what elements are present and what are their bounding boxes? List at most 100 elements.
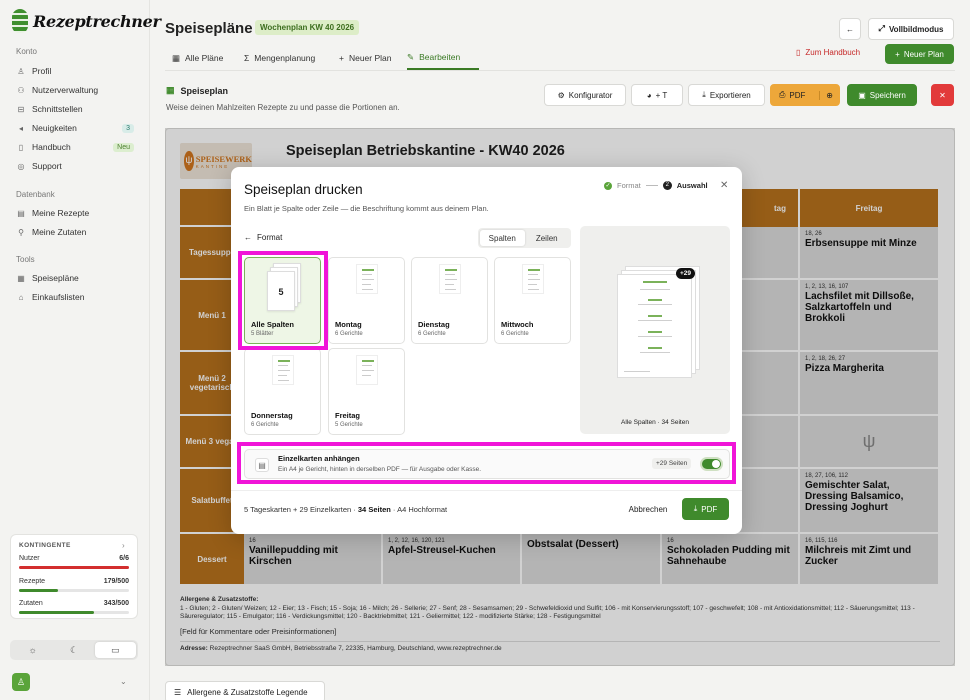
sidebar-item-profil[interactable]: ♙ Profil [16, 63, 134, 79]
logo-icon [12, 9, 28, 33]
sidebar-item-einkaufslisten[interactable]: ⌂ Einkaufslisten [16, 289, 134, 305]
card-dienstag[interactable]: Dienstag 6 Gerichte [411, 257, 488, 344]
gear-icon: ⚙ [557, 90, 565, 100]
tab-divider [165, 70, 955, 71]
avatar[interactable]: ♙ [12, 673, 30, 691]
extra-pages-badge: +29 [676, 268, 696, 279]
close-icon: ✕ [939, 90, 946, 100]
plug-icon: ⊟ [17, 104, 25, 114]
highlight-alle-spalten [238, 251, 328, 350]
help-icon: ◎ [17, 161, 25, 171]
tab-bearbeiten[interactable]: ✎ Bearbeiten [407, 46, 479, 70]
plus-icon: + [339, 53, 344, 63]
fullscreen-button[interactable]: ⤢ Vollbildmodus [868, 18, 954, 40]
footer-divider [231, 490, 742, 491]
calendar-icon: ▦ [166, 85, 175, 95]
news-count-badge: 3 [122, 123, 134, 133]
week-badge: Wochenplan KW 40 2026 [255, 20, 360, 35]
segment-zeilen[interactable]: Zeilen [525, 230, 570, 246]
close-icon[interactable]: ✕ [720, 180, 728, 191]
chevron-down-icon[interactable]: ⌄ [120, 677, 127, 686]
calendar-icon: ▦ [17, 273, 25, 283]
book-icon: ▯ [18, 142, 24, 152]
users-icon: ⚇ [17, 85, 25, 95]
sidebar-item-neuigkeiten[interactable]: ◂ Neuigkeiten 3 [16, 120, 134, 136]
style-button[interactable]: ◕ + T [631, 84, 683, 106]
quota-row-zutaten: Zutaten 343/500 [19, 600, 129, 607]
pdf-button[interactable]: ⎙ PDF ⊕ [770, 84, 840, 106]
step-connector [645, 185, 658, 186]
card-mittwoch[interactable]: Mittwoch 6 Gerichte [494, 257, 571, 344]
plus-icon: + [895, 49, 900, 59]
sigma-icon: Σ [244, 53, 250, 63]
tab-neuer-plan[interactable]: + Neuer Plan [339, 46, 392, 70]
arrow-left-icon: ← [244, 233, 252, 242]
recipe-icon: ▤ [17, 208, 25, 218]
chevron-right-icon[interactable]: › [122, 541, 125, 550]
sidebar-section-tools: Tools [16, 255, 35, 264]
configurator-button[interactable]: ⚙ Konfigurator [544, 84, 626, 106]
calendar-icon: ▦ [172, 52, 181, 63]
quota-bar-rezepte [19, 589, 129, 592]
back-to-format-button[interactable]: ← Format [244, 233, 282, 242]
system-mode-icon[interactable]: ▭ [94, 642, 136, 658]
section-description: Weise deinen Mahlzeiten Rezepte zu und p… [166, 103, 400, 112]
highlight-single-cards [237, 442, 736, 484]
save-icon: ▣ [858, 90, 866, 100]
sidebar-item-nutzerverwaltung[interactable]: ⚇ Nutzerverwaltung [16, 82, 134, 98]
sidebar-item-meine-rezepte[interactable]: ▤ Meine Rezepte [16, 205, 134, 221]
quota-bar-zutaten [19, 611, 129, 614]
arrow-left-icon: ← [846, 24, 854, 34]
pencil-icon: ✎ [407, 51, 415, 62]
tab-alle-plaene[interactable]: ▦ Alle Pläne [172, 46, 223, 70]
segment-spalten[interactable]: Spalten [480, 230, 525, 246]
new-plan-button[interactable]: + Neuer Plan [885, 44, 954, 64]
allergen-legend-button[interactable]: ☰ Allergene & Zusatzstoffe Legende [165, 681, 325, 700]
download-icon: ⤓ [702, 90, 706, 99]
sidebar-item-speiseplaene[interactable]: ▦ Speisepläne [16, 270, 134, 286]
sidebar-item-handbuch[interactable]: ▯ Handbuch Neu [16, 139, 134, 155]
cancel-button[interactable]: Abbrechen [619, 498, 677, 520]
sidebar-item-meine-zutaten[interactable]: ⚲ Meine Zutaten [16, 224, 134, 240]
printer-icon: ⎙ [779, 90, 786, 99]
page-thumbnail [439, 264, 461, 294]
ingredient-icon: ⚲ [18, 227, 24, 237]
page-thumbnail [356, 355, 378, 385]
expand-icon: ⤢ [878, 24, 885, 33]
quota-row-rezepte: Rezepte 179/500 [19, 578, 129, 585]
page-thumbnail [356, 264, 378, 294]
palette-icon: ◕ [646, 90, 652, 100]
print-preview: +29 Alle Spalten · 34 Seiten [580, 226, 730, 434]
preview-caption: Alle Spalten · 34 Seiten [621, 419, 689, 426]
close-button[interactable]: ✕ [931, 84, 954, 106]
card-freitag[interactable]: Freitag 5 Gerichte [328, 348, 405, 435]
quota-row-nutzer: Nutzer 6/6 [19, 555, 129, 562]
sidebar-item-support[interactable]: ◎ Support [16, 158, 134, 174]
new-badge: Neu [113, 142, 134, 152]
step-indicator: ✓ Format 2 Auswahl [604, 181, 708, 190]
cart-icon: ⌂ [18, 292, 24, 302]
tab-mengenplanung[interactable]: Σ Mengenplanung [244, 46, 315, 70]
export-button[interactable]: ⤓ Exportieren [688, 84, 765, 106]
theme-switcher: ☼ ☾ ▭ [10, 640, 138, 660]
dialog-subtitle: Ein Blatt je Spalte oder Zeile — die Bes… [244, 204, 489, 213]
back-arrow-button[interactable]: ← [839, 18, 861, 40]
light-mode-icon[interactable]: ☼ [12, 642, 53, 658]
sidebar-section-datenbank: Datenbank [16, 190, 55, 199]
split-mode-toggle: Spalten Zeilen [478, 228, 571, 248]
dark-mode-icon[interactable]: ☾ [53, 642, 94, 658]
quota-panel[interactable]: KONTINGENTE › Nutzer 6/6 Rezepte 179/500 Z… [10, 534, 138, 619]
page-title: Speisepläne [165, 20, 253, 37]
card-montag[interactable]: Montag 6 Gerichte [328, 257, 405, 344]
zoom-icon[interactable]: ⊕ [819, 90, 833, 100]
manual-link[interactable]: ▯ Zum Handbuch [796, 48, 860, 57]
app-logo[interactable]: Rezeptrechner [12, 9, 161, 33]
quota-title: KONTINGENTE [19, 542, 71, 549]
save-button[interactable]: ▣ Speichern [847, 84, 917, 106]
list-icon: ☰ [174, 687, 182, 697]
section-header: ▦ Speiseplan [166, 85, 229, 96]
sidebar-section-konto: Konto [16, 47, 37, 56]
sidebar-item-schnittstellen[interactable]: ⊟ Schnittstellen [16, 101, 134, 117]
pdf-download-button[interactable]: ⤓ PDF [682, 498, 729, 520]
card-donnerstag[interactable]: Donnerstag 6 Gerichte [244, 348, 321, 435]
